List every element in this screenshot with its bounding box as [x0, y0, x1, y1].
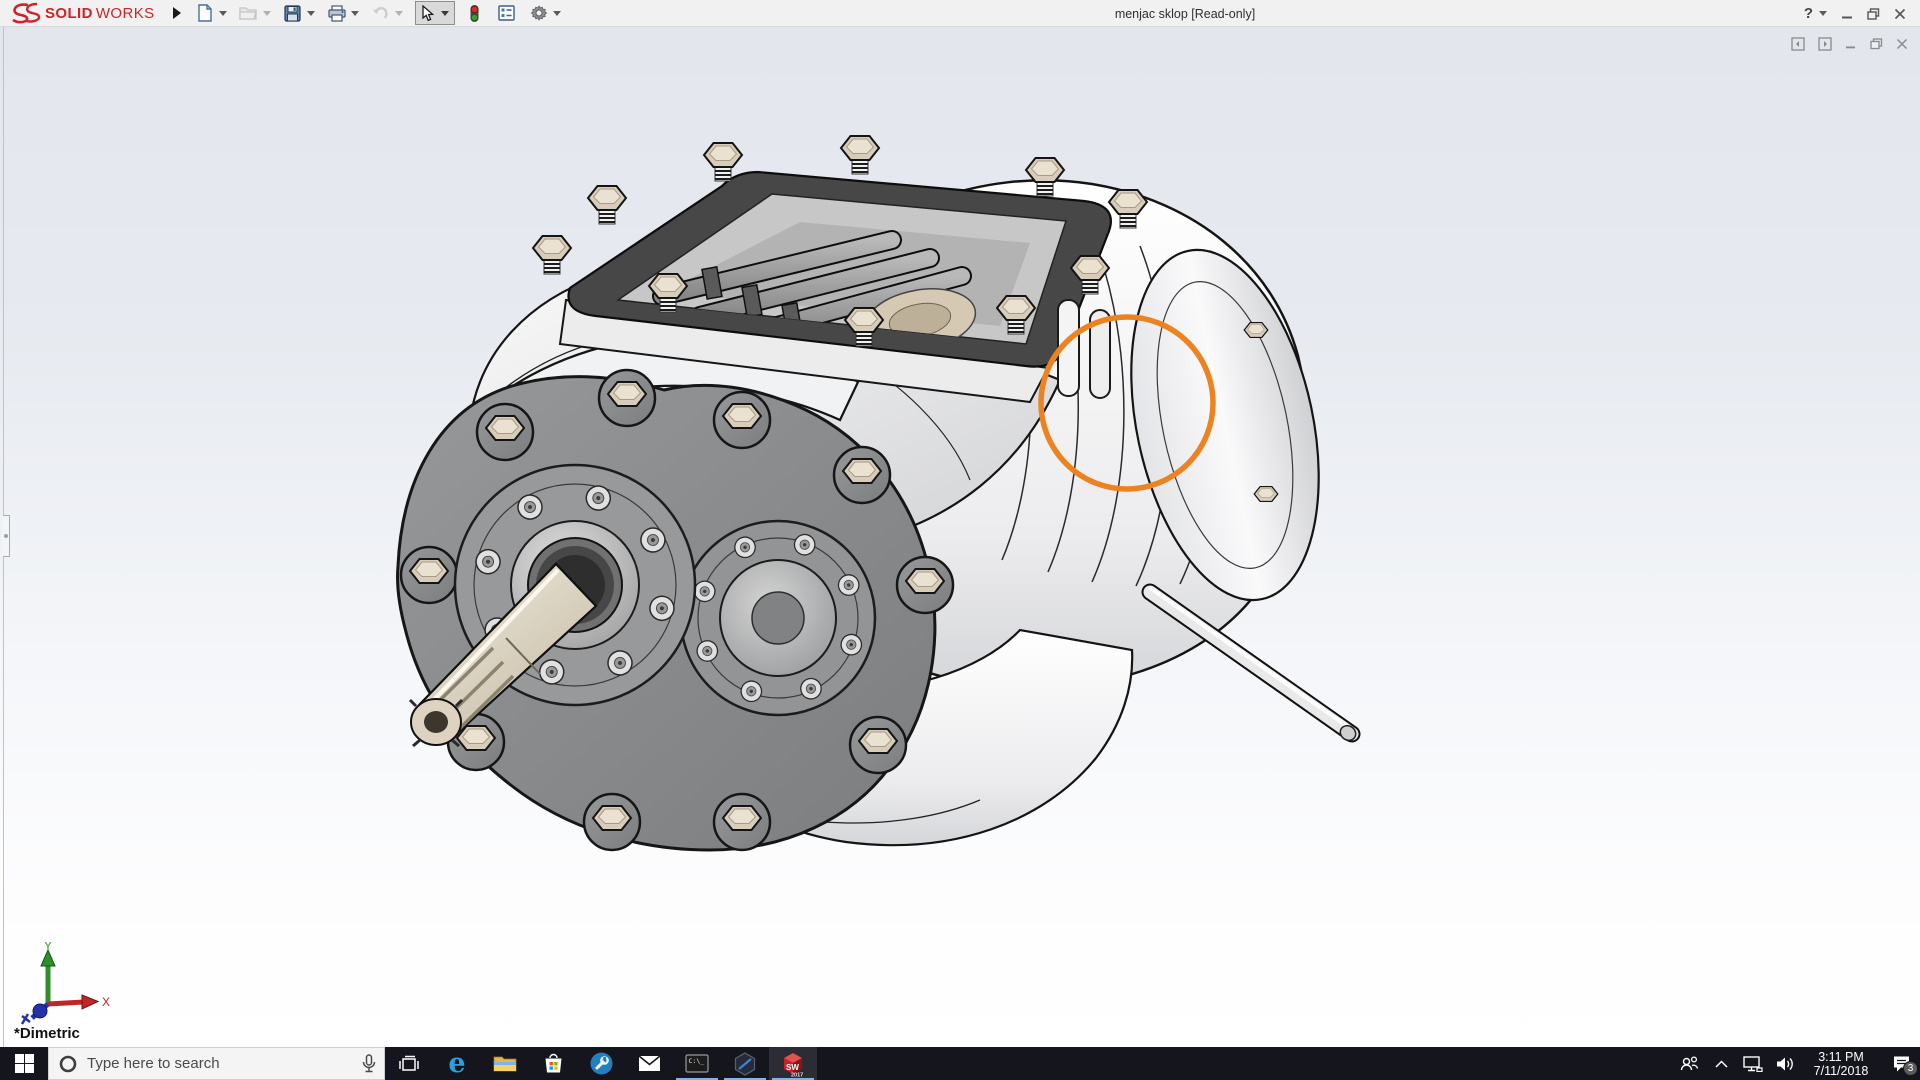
file-properties-list-icon [497, 3, 517, 23]
sw-letters: SW [786, 1063, 799, 1072]
select-cursor-icon [418, 3, 438, 23]
select-tool-button[interactable] [415, 1, 455, 25]
volume-button[interactable] [1774, 1056, 1796, 1072]
undo-arrow-icon [371, 3, 391, 23]
triad-y-label: Y [44, 942, 52, 953]
hexagon-app-icon [733, 1052, 757, 1076]
save-floppy-icon [283, 3, 303, 23]
solidworks-taskbar-button[interactable]: SW 2017 [769, 1047, 817, 1080]
system-tray: 3:11 PM 7/11/2018 3 [1678, 1047, 1920, 1080]
people-button[interactable] [1678, 1056, 1700, 1072]
brand-solid: SOLID [45, 5, 93, 22]
new-file-button[interactable] [195, 3, 227, 23]
rebuild-button[interactable] [465, 3, 485, 23]
document-title: menjac sklop [Read-only] [1115, 0, 1255, 27]
window-controls: ? [1804, 0, 1920, 27]
edge-icon: e [448, 1050, 465, 1077]
open-file-button[interactable] [239, 3, 271, 23]
tray-expand-button[interactable] [1710, 1060, 1732, 1068]
action-center-button[interactable]: 3 [1886, 1055, 1916, 1073]
options-gear-icon [529, 3, 549, 23]
undo-button[interactable] [371, 3, 403, 23]
notification-badge: 3 [1903, 1061, 1918, 1076]
network-button[interactable] [1742, 1056, 1764, 1072]
gearbox-3d-model[interactable] [0, 27, 1920, 1047]
speaker-icon [1776, 1056, 1795, 1072]
rebuild-traffic-light-icon [465, 3, 485, 23]
edge-browser-button[interactable]: e [433, 1047, 481, 1080]
output-rod [1150, 589, 1359, 744]
windows-taskbar: e [0, 1047, 1920, 1080]
open-folder-icon [239, 3, 259, 23]
microphone-icon[interactable] [362, 1054, 376, 1073]
select-tool-caret-icon[interactable] [441, 11, 449, 16]
hexagon-app-button[interactable] [721, 1047, 769, 1080]
options-button[interactable] [529, 3, 561, 23]
cortana-circle-icon [59, 1055, 77, 1073]
desktop: SOLIDWORKS [0, 0, 1920, 1080]
taskbar-search[interactable] [48, 1047, 385, 1080]
windows-logo-icon [15, 1054, 34, 1073]
new-document-icon [195, 3, 215, 23]
menu-expand-arrow-icon[interactable] [173, 7, 181, 19]
clock-time: 3:11 PM [1806, 1050, 1876, 1064]
microsoft-store-button[interactable] [529, 1047, 577, 1080]
bearing-boss-capped [681, 521, 875, 715]
print-button[interactable] [327, 3, 359, 23]
graphics-viewport[interactable]: Y X *Dimetric [0, 27, 1920, 1047]
command-prompt-icon: C:\_ [685, 1054, 709, 1073]
solidworks-2017-icon: SW 2017 [780, 1050, 806, 1077]
save-caret-icon[interactable] [307, 11, 315, 16]
search-input[interactable] [87, 1055, 362, 1072]
brand-works: WORKS [96, 5, 155, 22]
cmd-prompt-text: C:\_ [689, 1057, 705, 1065]
task-view-icon [398, 1055, 420, 1073]
solidworks-logo-mark [10, 2, 42, 24]
titlebar: SOLIDWORKS [0, 0, 1920, 27]
store-icon [543, 1053, 564, 1074]
mail-envelope-icon [638, 1055, 661, 1072]
triad-x-label: X [102, 995, 110, 1009]
clock-date: 7/11/2018 [1806, 1064, 1876, 1078]
options-caret-icon[interactable] [553, 11, 561, 16]
file-properties-button[interactable] [497, 3, 517, 23]
support-tool-button[interactable] [577, 1047, 625, 1080]
restore-button[interactable] [1867, 8, 1880, 20]
chevron-up-icon [1715, 1060, 1728, 1068]
taskbar-clock[interactable]: 3:11 PM 7/11/2018 [1806, 1050, 1876, 1078]
file-explorer-button[interactable] [481, 1047, 529, 1080]
new-file-caret-icon[interactable] [219, 11, 227, 16]
view-orientation-label: *Dimetric [14, 1025, 80, 1042]
minimize-button[interactable] [1841, 8, 1853, 20]
save-button[interactable] [283, 3, 315, 23]
print-icon [327, 3, 347, 23]
taskbar-spacer [817, 1047, 1678, 1080]
file-explorer-icon [493, 1054, 517, 1073]
command-prompt-button[interactable]: C:\_ [673, 1047, 721, 1080]
help-caret-icon[interactable] [1819, 11, 1827, 16]
help-button[interactable]: ? [1804, 5, 1813, 22]
people-icon [1680, 1056, 1699, 1072]
task-view-button[interactable] [385, 1047, 433, 1080]
orientation-triad: Y X [10, 942, 120, 1027]
mail-button[interactable] [625, 1047, 673, 1080]
print-caret-icon[interactable] [351, 11, 359, 16]
undo-caret-icon[interactable] [395, 11, 403, 16]
support-wrench-icon [590, 1052, 613, 1075]
sw-year: 2017 [791, 1073, 803, 1078]
open-file-caret-icon[interactable] [263, 11, 271, 16]
end-cap-bolt [1244, 323, 1268, 338]
close-button[interactable] [1894, 8, 1906, 20]
start-button[interactable] [0, 1047, 48, 1080]
quick-toolbar [195, 1, 571, 25]
network-monitor-icon [1743, 1056, 1763, 1072]
end-cap-bolt [1254, 487, 1278, 502]
solidworks-logo: SOLIDWORKS [0, 0, 163, 27]
